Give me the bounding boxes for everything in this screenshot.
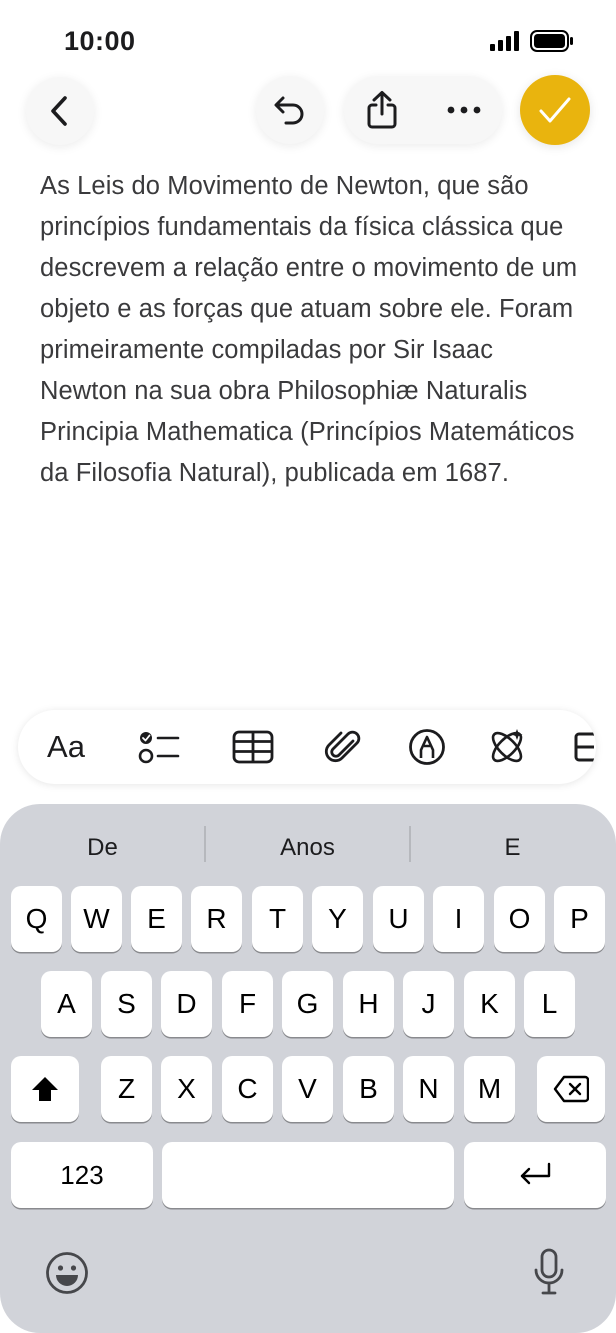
done-button[interactable]: [520, 75, 590, 145]
key-c[interactable]: C: [222, 1056, 273, 1122]
keyboard: De Anos E Q W E R T Y U I O P A S D F G …: [0, 804, 616, 1333]
key-i[interactable]: I: [433, 886, 484, 952]
key-w[interactable]: W: [71, 886, 122, 952]
key-t[interactable]: T: [252, 886, 303, 952]
markup-button[interactable]: [404, 724, 450, 770]
key-v[interactable]: V: [282, 1056, 333, 1122]
emoji-button[interactable]: [42, 1248, 92, 1298]
shift-key[interactable]: [11, 1056, 79, 1122]
table-icon: [232, 730, 274, 764]
share-icon: [367, 91, 397, 129]
key-n[interactable]: N: [403, 1056, 454, 1122]
key-l[interactable]: L: [524, 971, 575, 1037]
table-button[interactable]: [230, 724, 276, 770]
space-key[interactable]: [162, 1142, 454, 1208]
back-icon: [51, 96, 67, 126]
apple-intelligence-button[interactable]: [484, 724, 530, 770]
key-h[interactable]: H: [343, 971, 394, 1037]
key-x[interactable]: X: [161, 1056, 212, 1122]
key-a[interactable]: A: [41, 971, 92, 1037]
checkmark-icon: [539, 97, 571, 123]
key-u[interactable]: U: [373, 886, 424, 952]
partial-tool-icon: [574, 732, 594, 762]
key-g[interactable]: G: [282, 971, 333, 1037]
delete-key[interactable]: [537, 1056, 605, 1122]
suggestion-2[interactable]: Anos: [205, 826, 410, 870]
dictation-button[interactable]: [524, 1244, 574, 1300]
key-p[interactable]: P: [554, 886, 605, 952]
markup-icon: [409, 729, 445, 765]
key-s[interactable]: S: [101, 971, 152, 1037]
attachment-button[interactable]: [320, 724, 366, 770]
status-time: 10:00: [64, 26, 136, 56]
key-q[interactable]: Q: [11, 886, 62, 952]
numbers-key[interactable]: 123: [11, 1142, 153, 1208]
checklist-icon: [138, 732, 180, 764]
apple-intelligence-icon: [491, 729, 523, 763]
key-e[interactable]: E: [131, 886, 182, 952]
microphone-icon: [534, 1248, 564, 1295]
status-bar: 10:00: [0, 0, 616, 70]
cellular-signal-icon: [490, 31, 519, 51]
back-button[interactable]: [26, 77, 94, 145]
key-m[interactable]: M: [464, 1056, 515, 1122]
action-pill: [344, 76, 502, 144]
status-icons: [490, 30, 574, 52]
overflow-tool-button[interactable]: [574, 724, 596, 770]
return-key[interactable]: [464, 1142, 606, 1208]
key-f[interactable]: F: [222, 971, 273, 1037]
undo-button[interactable]: [256, 76, 324, 144]
delete-backspace-icon: [553, 1075, 589, 1103]
key-z[interactable]: Z: [101, 1056, 152, 1122]
key-d[interactable]: D: [161, 971, 212, 1037]
shift-icon: [32, 1077, 58, 1101]
key-o[interactable]: O: [494, 886, 545, 952]
undo-icon: [274, 96, 304, 125]
key-y[interactable]: Y: [312, 886, 363, 952]
key-j[interactable]: J: [403, 971, 454, 1037]
share-button[interactable]: [358, 86, 406, 134]
attachment-icon: [324, 730, 361, 763]
suggestion-1[interactable]: De: [0, 826, 205, 870]
format-toolbar: Aa: [18, 710, 596, 784]
more-icon: [447, 106, 481, 114]
key-b[interactable]: B: [343, 1056, 394, 1122]
battery-icon: [530, 30, 573, 52]
emoji-icon: [46, 1252, 88, 1294]
suggestion-3[interactable]: E: [410, 826, 615, 870]
text-style-button[interactable]: Aa: [40, 724, 92, 770]
return-icon: [520, 1162, 551, 1185]
key-r[interactable]: R: [191, 886, 242, 952]
key-k[interactable]: K: [464, 971, 515, 1037]
checklist-button[interactable]: [134, 724, 184, 770]
note-body-text[interactable]: As Leis do Movimento de Newton, que são …: [40, 166, 580, 494]
more-button[interactable]: [440, 86, 488, 134]
